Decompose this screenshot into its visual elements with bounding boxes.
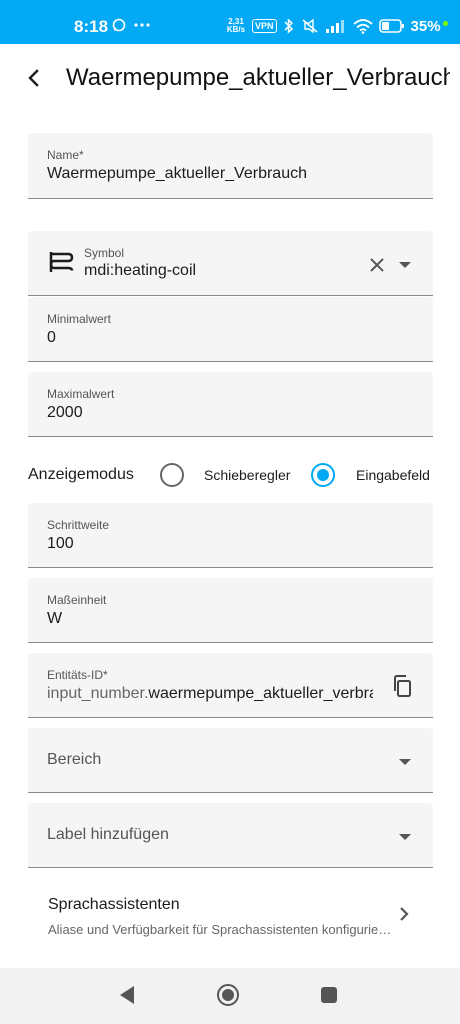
entity-id-label: Entitäts-ID*	[47, 668, 108, 682]
voice-assistants-row[interactable]: Sprachassistenten Aliase und Verfügbarke…	[0, 878, 460, 950]
entity-id-prefix: input_number.	[47, 685, 149, 702]
area-placeholder: Bereich	[47, 751, 102, 768]
chevron-down-icon[interactable]	[398, 757, 412, 767]
nav-home-icon[interactable]	[216, 983, 240, 1007]
copy-icon[interactable]	[392, 675, 412, 697]
labels-picker[interactable]: Label hinzufügen	[28, 803, 433, 868]
more-icon	[134, 23, 150, 27]
step-field[interactable]: Schrittweite 100	[28, 503, 433, 568]
symbol-value: mdi:heating-coil	[84, 262, 197, 279]
radio-input-field[interactable]	[311, 463, 335, 487]
entity-id-field[interactable]: Entitäts-ID* input_number.waermepumpe_ak…	[28, 653, 433, 718]
step-input: 100	[47, 535, 74, 552]
radio-slider-label[interactable]: Schieberegler	[204, 467, 290, 483]
max-value-label: Maximalwert	[47, 387, 115, 401]
radio-input-field-label[interactable]: Eingabefeld	[356, 467, 430, 483]
chevron-down-icon[interactable]	[398, 832, 412, 842]
max-value-input: 2000	[47, 404, 83, 421]
bluetooth-icon	[283, 18, 293, 34]
net-speed-unit: KB/s	[226, 25, 246, 34]
min-value-input: 0	[47, 329, 56, 346]
back-arrow-icon[interactable]	[22, 66, 46, 90]
display-mode-row: Anzeigemodus Schieberegler Eingabefeld	[28, 455, 460, 495]
nav-back-icon[interactable]	[118, 985, 136, 1005]
min-value-field[interactable]: Minimalwert 0	[28, 297, 433, 362]
clear-icon[interactable]	[369, 257, 385, 273]
labels-placeholder: Label hinzufügen	[47, 826, 169, 843]
mute-vibrate-icon	[302, 18, 318, 34]
min-value-label: Minimalwert	[47, 312, 112, 326]
display-mode-label: Anzeigemodus	[28, 466, 134, 483]
signal-icon	[325, 20, 344, 33]
status-left-icons	[112, 18, 150, 32]
entity-id-object: waermepumpe_aktueller_verbrauch	[148, 685, 373, 702]
chevron-right-icon	[400, 907, 409, 921]
charging-dot	[442, 20, 448, 26]
vpn-badge: VPN	[252, 19, 277, 33]
nav-recents-icon[interactable]	[320, 986, 338, 1004]
voice-assistants-title: Sprachassistenten	[48, 896, 180, 913]
status-time: 8:18	[74, 17, 109, 36]
name-field-value: Waermepumpe_aktueller_Verbrauch	[47, 165, 307, 182]
app-bar: Waermepumpe_aktueller_Verbrauch	[0, 44, 460, 112]
unit-input: W	[47, 610, 63, 627]
name-field[interactable]: Name* Waermepumpe_aktueller_Verbrauch	[28, 133, 433, 199]
area-picker[interactable]: Bereich	[28, 728, 433, 793]
max-value-field[interactable]: Maximalwert 2000	[28, 372, 433, 437]
status-right-icons: 2,31 KB/s VPN 35%	[226, 15, 448, 37]
radio-slider[interactable]	[160, 463, 184, 487]
entity-id-value: input_number.waermepumpe_aktueller_verbr…	[47, 685, 373, 703]
battery-level: 35%	[410, 17, 441, 35]
step-label: Schrittweite	[47, 518, 110, 532]
symbol-label: Symbol	[84, 246, 125, 260]
page-title: Waermepumpe_aktueller_Verbrauch	[66, 64, 450, 91]
voice-assistants-subtitle: Aliase und Verfügbarkeit für Sprachassis…	[48, 922, 394, 937]
status-bar: 8:18 2,31 KB/s VPN 35%	[0, 0, 460, 44]
name-field-label: Name*	[47, 148, 84, 162]
unit-field[interactable]: Maßeinheit W	[28, 578, 433, 643]
unit-label: Maßeinheit	[47, 593, 107, 607]
whatsapp-icon	[112, 18, 126, 32]
symbol-picker[interactable]: Symbol mdi:heating-coil	[28, 231, 433, 296]
system-nav-bar	[0, 968, 460, 1024]
net-speed: 2,31 KB/s	[226, 18, 246, 34]
heating-coil-icon	[49, 252, 74, 272]
wifi-icon	[352, 18, 373, 34]
battery-icon	[378, 19, 404, 33]
chevron-down-icon[interactable]	[398, 260, 412, 270]
